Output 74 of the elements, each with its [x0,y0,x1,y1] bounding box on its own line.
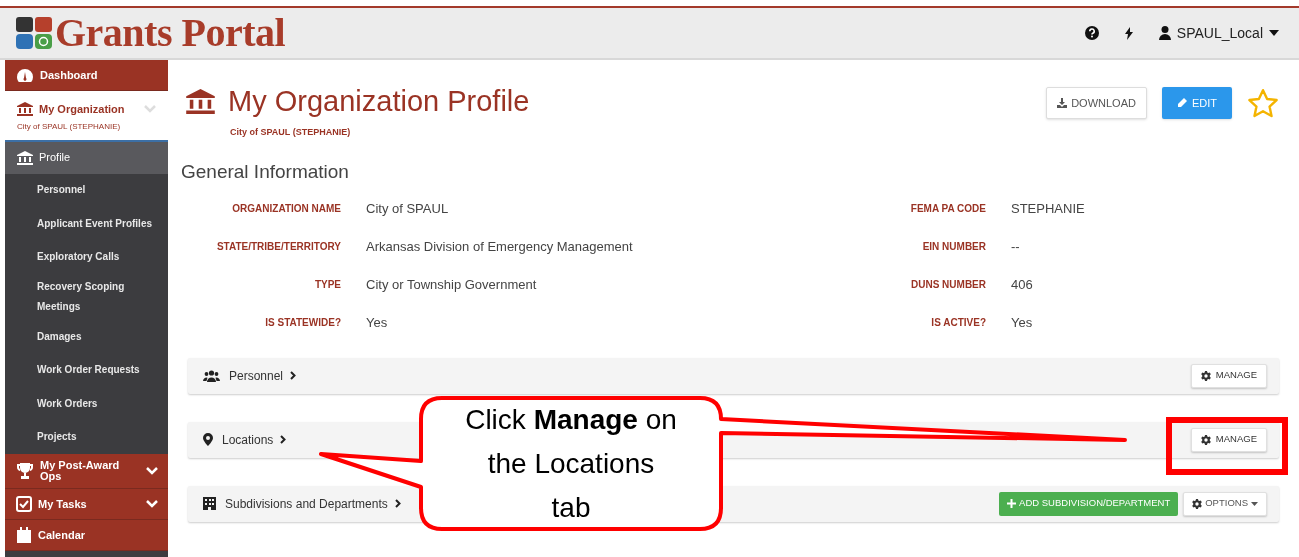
callout-text: Click Manage on the Locations tab [465,402,677,525]
field-value: STEPHANIE [1011,199,1086,218]
field-label: IS STATEWIDE? [264,316,341,330]
section-title: General Information [181,159,350,184]
chevron-down-icon [146,467,158,475]
caret-icon [1269,30,1279,36]
user-menu[interactable]: SPAUL_Local [1158,22,1279,44]
nav-subitem[interactable]: Damages [5,320,168,354]
field-value: 406 [1011,275,1034,294]
field-label: IS ACTIVE? [930,316,986,330]
nav-subitem[interactable]: Recovery Scoping Meetings [5,274,168,320]
pencil-icon [1176,98,1187,108]
chevron-right-icon [280,435,287,444]
nav-item[interactable]: Profile [5,141,168,174]
trophy-icon [16,463,34,479]
user-icon [1158,26,1171,40]
caret-icon [1251,501,1258,506]
chevron-right-icon [394,499,401,508]
gear-icon [1200,434,1211,445]
checkbox-icon [16,496,32,512]
options-dropdown[interactable]: OPTIONS [1183,491,1267,516]
bank-icon [17,102,33,117]
field-value: City of SPAUL [366,199,450,218]
nav-subitem[interactable]: Work Order Requests [5,353,168,387]
bank-icon [186,88,215,114]
page-subtitle: City of SPAUL (STEPHANIE) [230,126,352,139]
nav-subitem[interactable]: Personnel [5,173,168,207]
nav-item[interactable]: My Post-Award Ops [5,454,168,489]
nav-subitem[interactable]: Exploratory Calls [5,240,168,274]
nav-subitem[interactable]: Work Orders [5,387,168,421]
nav-subitem[interactable]: Projects [5,420,168,454]
manage-button[interactable]: MANAGE [1190,427,1267,452]
people-icon [203,369,220,382]
field-value: Arkansas Division of Emergency Management [366,237,634,256]
logo-icon [15,15,53,51]
gauge-icon [16,68,34,82]
plus-icon [1007,499,1017,508]
bank-icon [17,150,33,165]
field-label: EIN NUMBER [921,240,986,254]
gear-icon [1200,370,1211,381]
field-value: -- [1011,237,1021,256]
star-icon[interactable] [1247,87,1279,119]
field-value: Yes [366,313,389,332]
chevron-down-icon [144,105,156,114]
nav-item-label: My Organization [39,102,126,117]
building-icon [203,497,216,510]
logo-text[interactable]: Grants Portal [55,13,286,53]
field-label: FEMA PA CODE [909,202,986,216]
nav-item[interactable]: My Tasks [5,489,168,520]
panel-toggle[interactable]: Subdivisions and Departments [225,494,401,513]
panel-toggle[interactable]: Locations [222,430,287,449]
map-pin-icon [203,433,213,446]
lightning-icon[interactable] [1124,26,1133,40]
nav-item[interactable]: Calendar [5,520,168,551]
gear-icon [1192,498,1203,509]
field-label: TYPE [313,278,341,292]
organization-nav-item[interactable]: My Organization City of SPAUL (STEPHANIE) [5,91,168,142]
download-button[interactable]: DOWNLOAD [1046,87,1147,119]
calendar-icon [16,527,32,543]
nav-item[interactable]: Dashboard [5,60,168,91]
field-value: Yes [1011,313,1034,332]
chevron-right-icon [290,371,297,380]
manage-button[interactable]: MANAGE [1190,363,1267,388]
field-label: DUNS NUMBER [910,278,986,292]
field-label: ORGANIZATION NAME [231,202,341,216]
field-label: STATE/TRIBE/TERRITORY [215,240,341,254]
panel-toggle[interactable]: Personnel [229,366,297,385]
download-icon [1057,98,1068,108]
page-title: My Organization Profile [228,84,530,118]
nav-subitem[interactable]: Applicant Event Profiles [5,207,168,241]
organization-name: City of SPAUL (STEPHANIE) [17,120,122,133]
help-icon[interactable] [1084,26,1099,40]
chevron-down-icon [146,500,158,508]
field-value: City or Township Government [366,275,538,294]
